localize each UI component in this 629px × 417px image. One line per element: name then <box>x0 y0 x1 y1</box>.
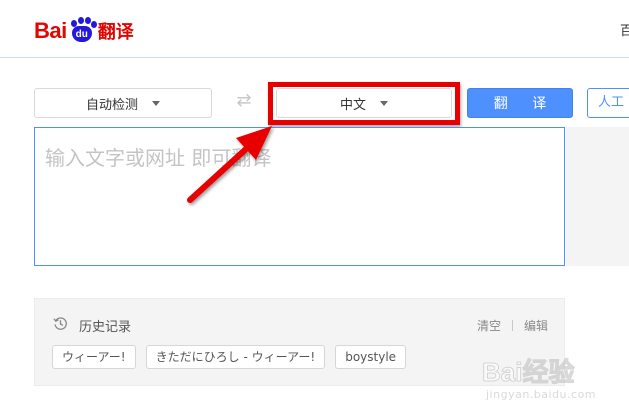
output-panel <box>566 127 629 266</box>
watermark-url: jingyan.baidu.com <box>486 388 597 401</box>
input-placeholder: 输入文字或网址 即可翻译 <box>45 146 272 170</box>
history-item[interactable]: ウィーアー! <box>52 345 136 369</box>
source-text-input[interactable]: 输入文字或网址 即可翻译 <box>34 127 565 266</box>
baidu-translate-logo[interactable]: Bai du 翻译 <box>34 14 134 48</box>
edit-history-button[interactable]: 编辑 <box>524 317 548 334</box>
header-nav-link[interactable]: 百 <box>620 20 629 39</box>
clear-history-button[interactable]: 清空 <box>477 317 501 334</box>
source-language-label: 自动检测 <box>85 97 138 113</box>
logo-du-text: du <box>71 26 92 42</box>
history-actions: 清空 编辑 <box>477 317 548 334</box>
logo-product-text: 翻译 <box>97 22 134 43</box>
source-language-select[interactable]: 自动检测 <box>34 88 212 118</box>
divider <box>511 320 513 331</box>
history-item[interactable]: きただにひろし - ウィーアー! <box>145 345 326 369</box>
baidu-jingyan-watermark: Bai经验 jingyan.baidu.com <box>481 352 602 408</box>
chevron-down-icon <box>152 100 160 106</box>
highlight-annotation-box <box>268 82 460 125</box>
watermark-brand: Bai经验 <box>481 357 575 388</box>
swap-languages-icon[interactable]: ⇄ <box>232 90 256 114</box>
history-title: 历史记录 <box>79 320 132 335</box>
clock-history-icon <box>53 317 67 330</box>
translate-button[interactable]: 翻 译 <box>467 88 573 118</box>
header: Bai du 翻译 百 <box>0 0 629 58</box>
human-translation-button[interactable]: 人工 <box>587 88 629 118</box>
baidu-translate-page: Bai du 翻译 百 自动检测 ⇄ 中文 翻 译 人工 输入文字或网址 即可翻… <box>0 0 629 417</box>
history-item[interactable]: boystyle <box>335 345 407 369</box>
history-items: ウィーアー! きただにひろし - ウィーアー! boystyle <box>52 345 416 369</box>
logo-bai-text: Bai <box>34 18 67 43</box>
paw-icon: du <box>68 17 97 44</box>
